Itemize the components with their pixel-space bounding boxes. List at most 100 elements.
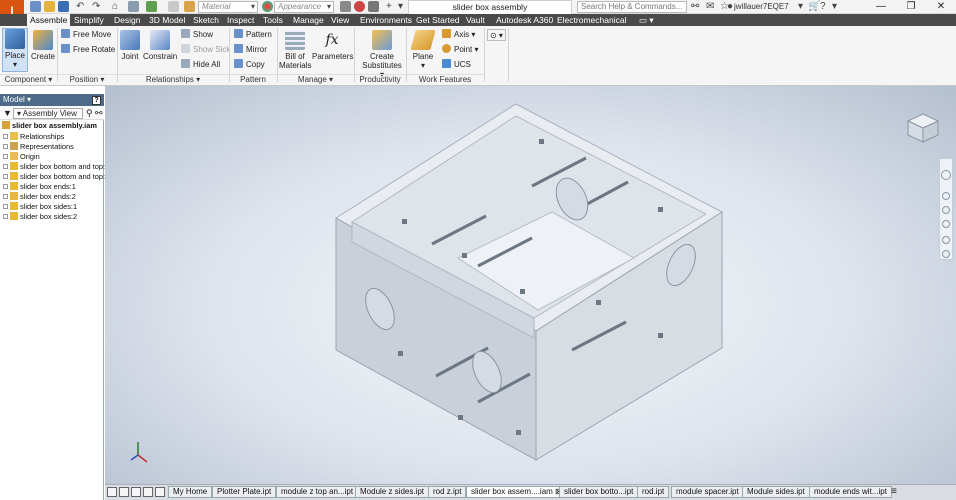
panel-position-label[interactable]: Position ▾ bbox=[57, 74, 117, 84]
update-icon[interactable] bbox=[146, 1, 157, 12]
user-name[interactable]: jwillauer7EQE7 bbox=[734, 1, 789, 13]
browser-item-part[interactable]: slider box bottom and top:2 bbox=[0, 172, 109, 182]
expand-icon[interactable] bbox=[3, 154, 8, 159]
expand-icon[interactable] bbox=[3, 174, 8, 179]
new-icon[interactable] bbox=[30, 1, 41, 12]
doc-tab[interactable]: module z top an...ipt bbox=[276, 486, 359, 498]
doc-tab[interactable]: module ends wit...ipt bbox=[809, 486, 892, 498]
filter-icon[interactable]: ▼ bbox=[3, 109, 12, 118]
panel-work-features-label[interactable]: Work Features bbox=[406, 74, 484, 84]
look-at-icon[interactable] bbox=[942, 236, 950, 244]
steering-wheel-icon[interactable] bbox=[941, 170, 951, 180]
browser-item-representations[interactable]: Representations bbox=[0, 142, 74, 152]
adjust-icon[interactable] bbox=[340, 1, 351, 12]
expand-icon[interactable] bbox=[3, 204, 8, 209]
expand-icon[interactable] bbox=[3, 194, 8, 199]
doc-tab[interactable]: Module z sides.ipt bbox=[355, 486, 430, 498]
parameters-button[interactable]: fx Parameters bbox=[312, 30, 353, 61]
tile-vertical-icon[interactable] bbox=[143, 487, 153, 497]
chevron-down-icon[interactable]: ▾ bbox=[832, 1, 837, 13]
browser-item-part[interactable]: slider box ends:1 bbox=[0, 182, 76, 192]
tab-electromechanical[interactable]: Electromechanical bbox=[554, 14, 629, 26]
minimize-icon[interactable]: — bbox=[868, 0, 894, 14]
cascade-icon[interactable] bbox=[119, 487, 129, 497]
point-button[interactable]: Point ▾ bbox=[442, 44, 478, 56]
tab-manage[interactable]: Manage bbox=[290, 14, 327, 26]
panel-pattern-label[interactable]: Pattern bbox=[229, 74, 277, 84]
browser-item-part[interactable]: slider box ends:2 bbox=[0, 192, 76, 202]
expand-icon[interactable] bbox=[3, 134, 8, 139]
nav-options-icon[interactable] bbox=[942, 250, 950, 258]
select-icon[interactable] bbox=[128, 1, 139, 12]
home-icon[interactable]: ⌂ bbox=[112, 1, 118, 13]
chevron-down-icon[interactable]: ▾ bbox=[798, 1, 803, 13]
pan-icon[interactable] bbox=[942, 192, 950, 200]
orbit-icon[interactable] bbox=[942, 220, 950, 228]
tab-environments[interactable]: Environments bbox=[357, 14, 415, 26]
axis-button[interactable]: Axis ▾ bbox=[442, 29, 475, 41]
binoculars-icon[interactable]: ⚯ bbox=[691, 1, 699, 13]
expand-icon[interactable] bbox=[3, 184, 8, 189]
restore-icon[interactable]: ❐ bbox=[898, 0, 924, 14]
bill-of-materials-button[interactable]: Bill of Materials bbox=[279, 30, 311, 70]
save-icon[interactable] bbox=[58, 1, 69, 12]
doc-tab[interactable]: module spacer.ipt bbox=[671, 486, 744, 498]
free-move-button[interactable]: Free Move bbox=[61, 29, 111, 41]
browser-item-part[interactable]: slider box sides:1 bbox=[0, 202, 77, 212]
doc-tab[interactable]: slider box botto...ipt bbox=[559, 486, 639, 498]
tab-vault[interactable]: Vault bbox=[463, 14, 488, 26]
help-icon[interactable]: ? bbox=[820, 1, 826, 13]
doc-tab-active[interactable]: slider box assem....iam ⊠ bbox=[466, 486, 567, 498]
create-substitutes-button[interactable]: Create Substitutes ▾ bbox=[360, 30, 404, 79]
clear-appearance-icon[interactable] bbox=[354, 1, 365, 12]
doc-tab[interactable]: Module sides.ipt bbox=[742, 486, 810, 498]
doc-tab[interactable]: My Home bbox=[168, 486, 213, 498]
browser-item-relationships[interactable]: Relationships bbox=[0, 132, 64, 142]
expand-icon[interactable] bbox=[3, 164, 8, 169]
close-icon[interactable]: ✕ bbox=[928, 0, 954, 14]
binoculars-icon[interactable]: ⚯ bbox=[95, 108, 103, 118]
help-icon[interactable]: ? bbox=[92, 96, 101, 105]
doc-tab[interactable]: rod.ipt bbox=[637, 486, 670, 498]
assembly-view-select[interactable]: ▾ Assembly View bbox=[13, 108, 83, 119]
constrain-button[interactable]: Constrain bbox=[143, 30, 177, 61]
appearance-select[interactable]: Appearance ▾ bbox=[274, 1, 334, 13]
undo-icon[interactable]: ↶ bbox=[76, 1, 84, 13]
browser-item-part[interactable]: slider box bottom and top:1 bbox=[0, 162, 109, 172]
show-sick-button[interactable]: Show Sick bbox=[181, 44, 230, 56]
tile-horizontal-icon[interactable] bbox=[131, 487, 141, 497]
zoom-icon[interactable] bbox=[942, 206, 950, 214]
panel-component-label[interactable]: Component ▾ bbox=[0, 74, 57, 84]
tab-3d-model[interactable]: 3D Model bbox=[146, 14, 188, 26]
ribbon-options-button[interactable]: ⊙ ▾ bbox=[487, 29, 506, 41]
properties-icon[interactable] bbox=[368, 1, 379, 12]
tab-get-started[interactable]: Get Started bbox=[413, 14, 462, 26]
tab-simplify[interactable]: Simplify bbox=[71, 14, 107, 26]
browser-root-item[interactable]: slider box assembly.iam bbox=[0, 121, 97, 131]
browser-item-part[interactable]: slider box sides:2 bbox=[0, 212, 77, 222]
ucs-button[interactable]: UCS bbox=[442, 59, 471, 71]
tab-overflow-icon[interactable]: ▭ ▾ bbox=[636, 14, 657, 26]
search-input[interactable]: Search Help & Commands... bbox=[577, 1, 687, 13]
copy-button[interactable]: Copy bbox=[234, 59, 265, 71]
tile-icon[interactable] bbox=[107, 487, 117, 497]
joint-button[interactable]: Joint bbox=[119, 30, 141, 61]
create-button[interactable]: Create bbox=[30, 30, 56, 61]
expand-icon[interactable] bbox=[3, 214, 8, 219]
browser-header[interactable]: Model ▾ bbox=[0, 94, 104, 106]
document-menu-icon[interactable] bbox=[155, 487, 165, 497]
cart-icon[interactable]: 🛒 bbox=[808, 1, 820, 13]
expand-icon[interactable] bbox=[3, 144, 8, 149]
show-button[interactable]: Show bbox=[181, 29, 213, 41]
mirror-button[interactable]: Mirror bbox=[234, 44, 267, 56]
dropdown-icon[interactable]: ▾ bbox=[398, 1, 403, 13]
open-icon[interactable] bbox=[44, 1, 55, 12]
find-icon[interactable]: ⚲ bbox=[86, 108, 93, 118]
panel-productivity-label[interactable]: Productivity bbox=[354, 74, 406, 84]
panel-relationships-label[interactable]: Relationships ▾ bbox=[117, 74, 229, 84]
tab-design[interactable]: Design bbox=[111, 14, 143, 26]
material-select[interactable]: Material ▾ bbox=[198, 1, 258, 13]
pattern-button[interactable]: Pattern bbox=[234, 29, 272, 41]
tab-sketch[interactable]: Sketch bbox=[190, 14, 222, 26]
tab-autodesk-a360[interactable]: Autodesk A360 bbox=[493, 14, 556, 26]
